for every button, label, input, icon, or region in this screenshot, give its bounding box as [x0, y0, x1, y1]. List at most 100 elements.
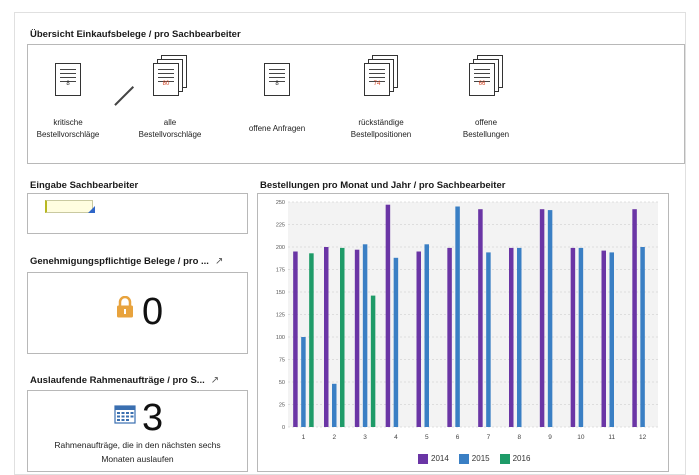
overview-item-label: rückständige	[358, 118, 404, 127]
y-tick-label: 0	[282, 425, 285, 431]
bar-2015-6[interactable]	[455, 206, 460, 428]
bar-2014-7[interactable]	[478, 209, 483, 427]
overview-item-count: 74	[373, 81, 381, 87]
bar-2015-1[interactable]	[301, 337, 306, 427]
overview-item-sublabel: Bestellvorschläge	[138, 130, 202, 139]
document-stack-icon: 74	[364, 55, 398, 96]
overview-item-count: 80	[162, 81, 170, 87]
genehmigung-title-text: Genehmigungspflichtige Belege / pro ...	[30, 256, 209, 267]
rahmen-title-text: Auslaufende Rahmenaufträge / pro S...	[30, 375, 205, 386]
bar-2015-11[interactable]	[609, 252, 615, 427]
legend-item-2016[interactable]: 2016	[499, 454, 531, 464]
expand-arrow-icon[interactable]: ↗	[215, 256, 223, 267]
legend-swatch	[499, 454, 510, 464]
bar-2014-1[interactable]	[293, 251, 298, 428]
bar-2015-9[interactable]	[547, 210, 553, 427]
bar-2014-5[interactable]	[416, 251, 422, 428]
overview-item-1[interactable]: 8 kritische Bestellvorschläge	[23, 55, 113, 155]
document-stack-icon: 8	[55, 63, 81, 96]
bar-2015-3[interactable]	[362, 244, 368, 427]
overview-item-label: kritische	[53, 118, 83, 127]
legend-item-2014[interactable]: 2014	[418, 454, 449, 464]
overview-item-sublabel: Bestellungen	[462, 130, 510, 139]
chart-panel: 0 25 50 75 100 125 150 175 200 225 250 1 2 3 4 5 6 7 8 9 10 1…	[257, 193, 669, 472]
genehmigung-title: Genehmigungspflichtige Belege / pro ... ↗	[30, 256, 223, 267]
overview-item-sublabel: Bestellvorschläge	[36, 130, 100, 139]
bar-chart: 02550751001251501752002252501 2 3 4 5 6 7 8 9 10 1…	[276, 200, 658, 441]
overview-item-label: offene	[474, 118, 498, 127]
x-tick-label: 7	[487, 434, 491, 441]
x-tick-label: 2	[332, 434, 336, 441]
expand-arrow-icon[interactable]: ↗	[211, 375, 219, 386]
bar-2015-7[interactable]	[486, 252, 491, 427]
rahmen-panel[interactable]: 3 Rahmenaufträge, die in den nächsten se…	[27, 390, 248, 472]
y-tick-label: 100	[276, 335, 285, 341]
bar-2014-6[interactable]	[447, 247, 452, 427]
bar-2016-1[interactable]	[309, 253, 314, 427]
bar-2015-5[interactable]	[424, 244, 430, 427]
overview-item-label: alle	[163, 118, 177, 127]
bar-2016-3[interactable]	[370, 295, 376, 427]
rahmen-description-1: Rahmenaufträge, die in den nächsten sech…	[54, 440, 221, 450]
legend-swatch	[418, 454, 428, 464]
overview-title: Übersicht Einkaufsbelege / pro Sachbearb…	[30, 29, 241, 40]
lock-icon	[117, 296, 133, 318]
bar-2015-2[interactable]	[332, 383, 337, 427]
bar-2014-4[interactable]	[385, 204, 391, 427]
eingabe-title: Eingabe Sachbearbeiter	[30, 180, 139, 191]
overview-item-count: 8	[275, 81, 279, 87]
y-tick-label: 150	[276, 290, 285, 296]
y-tick-label: 75	[279, 358, 285, 364]
overview-item-label: offene Anfragen	[248, 124, 306, 133]
document-stack-icon: 80	[153, 55, 187, 96]
bar-2014-8[interactable]	[509, 247, 514, 427]
genehmigung-panel[interactable]: 0	[27, 272, 248, 354]
document-sheet: 8	[55, 63, 81, 96]
document-stack-icon: 8	[264, 63, 290, 96]
overview-item-count: 66	[478, 81, 486, 87]
chart-legend: 2014 2015 2016	[418, 454, 530, 464]
document-sheet: 66	[469, 63, 495, 96]
bar-2016-2[interactable]	[340, 247, 345, 427]
y-tick-label: 200	[276, 245, 285, 251]
chart-title: Bestellungen pro Monat und Jahr / pro Sa…	[260, 180, 506, 191]
x-tick-label: 6	[456, 434, 460, 441]
overview-item-2[interactable]: 80 alle Bestellvorschläge	[125, 55, 215, 155]
legend-item-2015[interactable]: 2015	[458, 454, 490, 464]
rahmen-title: Auslaufende Rahmenaufträge / pro S... ↗	[30, 375, 219, 386]
x-tick-label: 4	[394, 434, 398, 441]
legend-swatch	[458, 454, 469, 464]
calendar-icon	[114, 405, 136, 424]
bar-2014-12[interactable]	[632, 209, 637, 427]
bar-2015-4[interactable]	[393, 257, 399, 427]
document-sheet: 74	[364, 63, 390, 96]
x-tick-label: 11	[608, 434, 615, 441]
rahmen-description-2: Monaten auslaufen	[101, 454, 174, 464]
bar-2014-3[interactable]	[354, 249, 360, 427]
y-tick-label: 50	[279, 380, 285, 386]
legend-label: 2014	[431, 454, 449, 464]
genehmigung-count: 0	[142, 291, 164, 333]
overview-panel: 8 kritische Bestellvorschläge 80 alle Bestell…	[27, 44, 685, 164]
legend-label: 2015	[471, 454, 490, 464]
overview-item-3[interactable]: 8 offene Anfragen	[232, 55, 322, 155]
sachbearbeiter-input[interactable]	[45, 200, 93, 213]
dropdown-corner-icon[interactable]	[88, 206, 95, 213]
x-tick-label: 3	[363, 434, 367, 441]
x-tick-label: 8	[517, 434, 521, 441]
bar-2014-9[interactable]	[539, 209, 545, 427]
overview-item-4[interactable]: 74 rückständige Bestellpositionen	[336, 55, 426, 155]
bar-2015-10[interactable]	[578, 247, 584, 427]
bar-2014-10[interactable]	[570, 247, 576, 427]
legend-label: 2016	[512, 454, 531, 464]
bar-2015-12[interactable]	[640, 247, 645, 427]
bar-2014-2[interactable]	[324, 247, 329, 427]
overview-item-count: 8	[66, 81, 70, 87]
y-tick-label: 175	[276, 268, 285, 274]
overview-item-5[interactable]: 66 offene Bestellungen	[441, 55, 531, 155]
bar-2015-8[interactable]	[517, 247, 522, 427]
y-tick-label: 225	[276, 223, 285, 229]
overview-item-sublabel: Bestellpositionen	[350, 130, 412, 139]
bar-2014-11[interactable]	[601, 250, 607, 427]
y-tick-label: 250	[276, 200, 285, 206]
